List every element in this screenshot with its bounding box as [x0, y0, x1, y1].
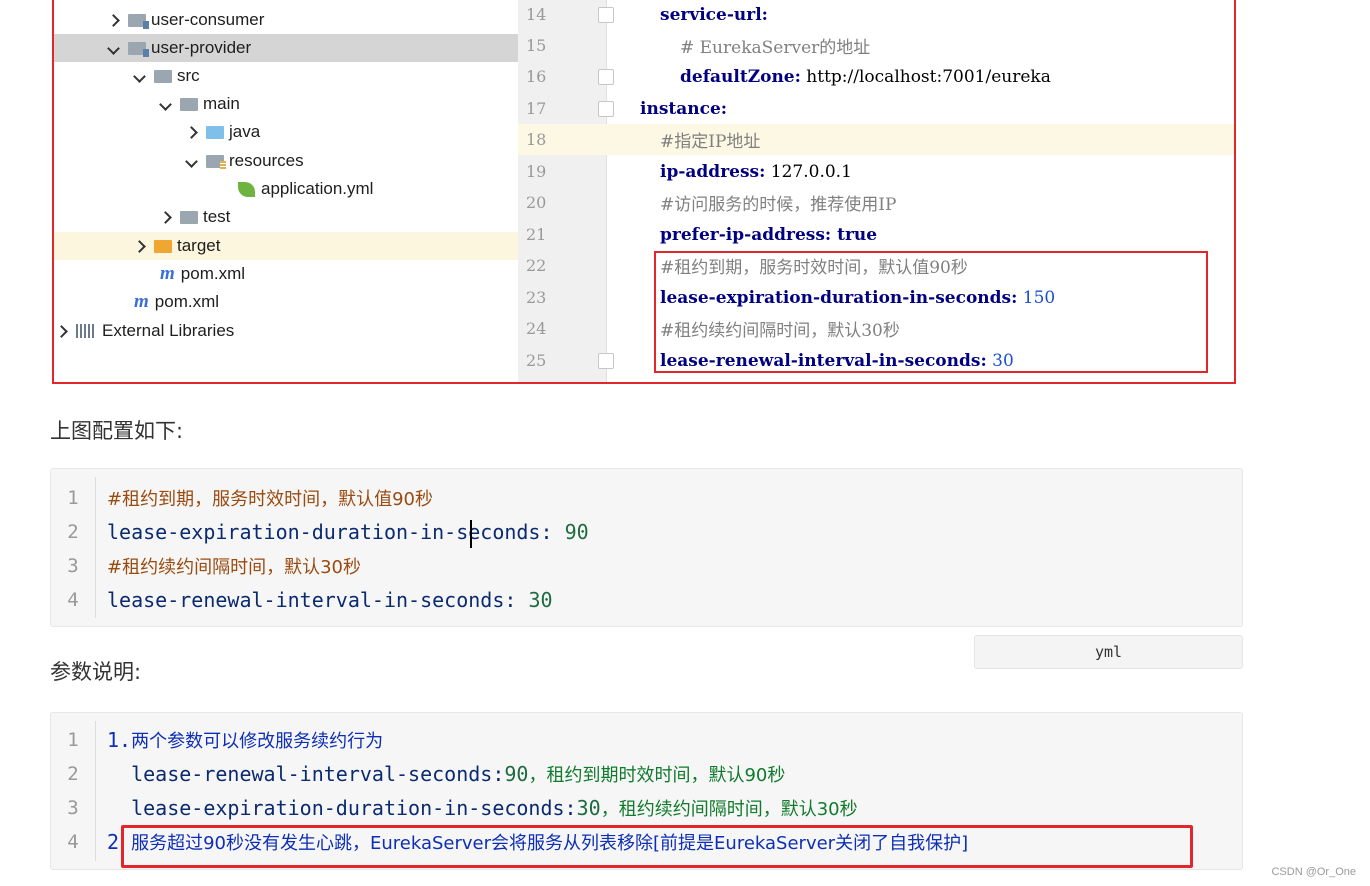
maven-icon: m	[134, 291, 149, 312]
fold-marker-icon[interactable]	[598, 69, 614, 85]
code-line: 14 service-url:	[526, 4, 768, 25]
text-cursor	[470, 520, 472, 548]
spring-leaf-icon	[238, 181, 255, 197]
code-editor[interactable]: 14 service-url: 15 # EurekaServer的地址 16 …	[518, 0, 1234, 382]
code-block-yml[interactable]: 1 #租约到期，服务时效时间，默认值90秒 2 lease-expiration…	[50, 468, 1243, 627]
code-line: 19 ip-address: 127.0.0.1	[526, 161, 852, 182]
module-folder-icon	[128, 13, 149, 29]
folder-icon	[180, 97, 198, 111]
fold-marker-icon[interactable]	[598, 7, 614, 23]
chevron-right-icon[interactable]	[184, 124, 198, 140]
tree-item-external-libraries[interactable]: External Libraries	[54, 317, 518, 345]
fold-marker-icon[interactable]	[598, 101, 614, 117]
tree-item-target[interactable]: target	[54, 232, 596, 260]
code-block-line: 2 lease-renewal-interval-seconds:90，租约到期…	[67, 762, 786, 786]
tree-item-user-consumer[interactable]: user-consumer	[54, 6, 570, 34]
code-block-line: 3 #租约续约间隔时间，默认30秒	[67, 555, 361, 578]
tree-item-src[interactable]: src	[54, 62, 596, 90]
source-folder-icon	[206, 125, 224, 139]
code-line-current: 18 #指定IP地址	[518, 124, 1234, 155]
excluded-folder-icon	[154, 239, 172, 253]
code-block-line: 3 lease-expiration-duration-in-seconds:3…	[67, 796, 858, 820]
chevron-down-icon[interactable]	[184, 153, 198, 169]
project-tree: user-consumer user-provider src main jav…	[54, 0, 596, 382]
ide-screenshot: user-consumer user-provider src main jav…	[52, 0, 1236, 384]
tree-item-pom-xml-root[interactable]: m pom.xml	[54, 288, 598, 316]
code-line: 16 defaultZone: http://localhost:7001/eu…	[526, 66, 1051, 87]
folder-icon	[180, 210, 198, 224]
chevron-down-icon[interactable]	[158, 96, 172, 112]
code-block-line: 1 #租约到期，服务时效时间，默认值90秒	[67, 487, 433, 510]
maven-icon: m	[160, 263, 175, 284]
folder-icon	[154, 69, 172, 83]
chevron-right-icon[interactable]	[158, 209, 172, 225]
watermark: CSDN @Or_One	[1271, 866, 1356, 878]
code-line: 20 #访问服务的时候，推荐使用IP	[526, 193, 897, 215]
fold-marker-icon[interactable]	[598, 353, 614, 369]
tree-item-user-provider[interactable]: user-provider	[54, 34, 570, 62]
chevron-right-icon[interactable]	[54, 323, 68, 339]
resources-folder-icon	[206, 154, 226, 170]
code-language-label[interactable]: yml	[974, 635, 1243, 669]
libraries-icon	[76, 324, 96, 338]
code-block-line: 4 lease-renewal-interval-in-seconds: 30	[67, 588, 553, 612]
code-line: 17 instance:	[526, 98, 728, 119]
code-block-line: 2 lease-expiration-duration-in-seconds: …	[67, 520, 589, 544]
highlight-box	[121, 825, 1193, 868]
highlight-box	[654, 251, 1208, 373]
code-line: 21 prefer-ip-address: true	[526, 224, 878, 245]
section-heading-params: 参数说明:	[50, 660, 142, 684]
chevron-right-icon[interactable]	[132, 238, 146, 254]
code-block-line: 1 1.两个参数可以修改服务续约行为	[67, 728, 384, 752]
code-line: 15 # EurekaServer的地址	[526, 36, 871, 58]
chevron-down-icon[interactable]	[106, 40, 120, 56]
chevron-down-icon[interactable]	[132, 68, 146, 84]
module-folder-icon	[128, 41, 149, 57]
section-heading-config: 上图配置如下:	[50, 419, 184, 443]
chevron-right-icon[interactable]	[106, 12, 120, 28]
